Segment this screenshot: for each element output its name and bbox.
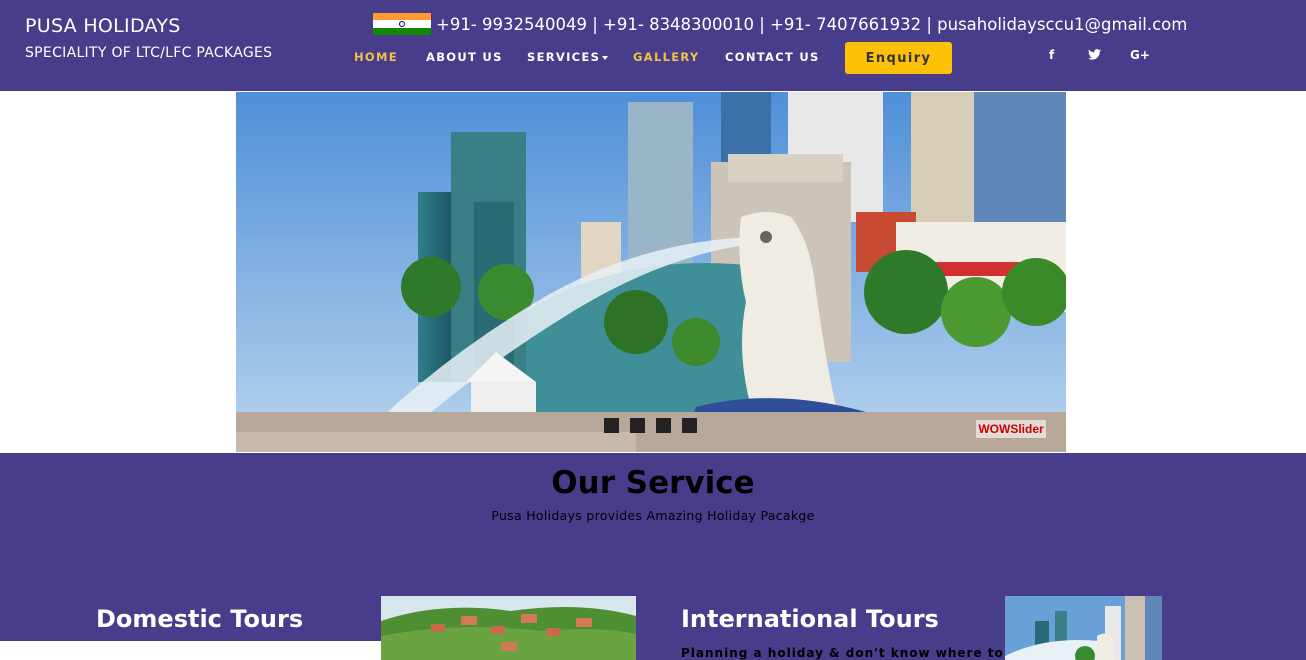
india-flag-icon xyxy=(373,13,431,35)
site-header: PUSA HOLIDAYS SPECIALITY OF LTC/LFC PACK… xyxy=(0,0,1306,91)
domestic-tours-image[interactable] xyxy=(381,596,636,660)
nav-contact[interactable]: CONTACT US xyxy=(725,50,820,64)
contact-line: +91- 9932540049 | +91- 8348300010 | +91-… xyxy=(436,14,1188,34)
nav-home[interactable]: HOME xyxy=(354,50,398,64)
hero-slider[interactable] xyxy=(236,92,1066,452)
caret-down-icon xyxy=(602,55,609,60)
domestic-card-bar xyxy=(0,641,430,660)
brand-subtitle: SPECIALITY OF LTC/LFC PACKAGES xyxy=(25,45,273,61)
nav-services-label: SERVICES xyxy=(527,50,601,64)
slider-dot[interactable] xyxy=(604,418,619,433)
facebook-icon[interactable]: f xyxy=(1049,48,1054,62)
international-tours-text: Planning a holiday & don't know where to xyxy=(681,646,1004,660)
enquiry-button[interactable]: Enquiry xyxy=(845,42,952,74)
nav-services[interactable]: SERVICES xyxy=(527,50,609,64)
twitter-icon[interactable] xyxy=(1088,49,1101,63)
google-plus-icon[interactable]: G+ xyxy=(1130,48,1150,62)
contact-bar: +91- 9932540049 | +91- 8348300010 | +91-… xyxy=(373,13,1187,35)
service-title: Our Service xyxy=(551,465,755,501)
international-tours-image[interactable] xyxy=(1005,596,1162,660)
slider-dot[interactable] xyxy=(682,418,697,433)
domestic-tours-heading: Domestic Tours xyxy=(96,605,304,633)
service-subtitle: Pusa Holidays provides Amazing Holiday P… xyxy=(491,508,815,523)
slider-dot[interactable] xyxy=(656,418,671,433)
slider-watermark: WOWSlider xyxy=(976,420,1046,438)
international-tours-heading: International Tours xyxy=(681,605,939,633)
nav-about[interactable]: ABOUT US xyxy=(426,50,503,64)
slider-dot[interactable] xyxy=(630,418,645,433)
slider-dots xyxy=(604,418,697,433)
nav-gallery[interactable]: GALLERY xyxy=(633,50,700,64)
singapore-merlion-image xyxy=(236,92,1066,452)
brand-title[interactable]: PUSA HOLIDAYS xyxy=(25,15,181,37)
